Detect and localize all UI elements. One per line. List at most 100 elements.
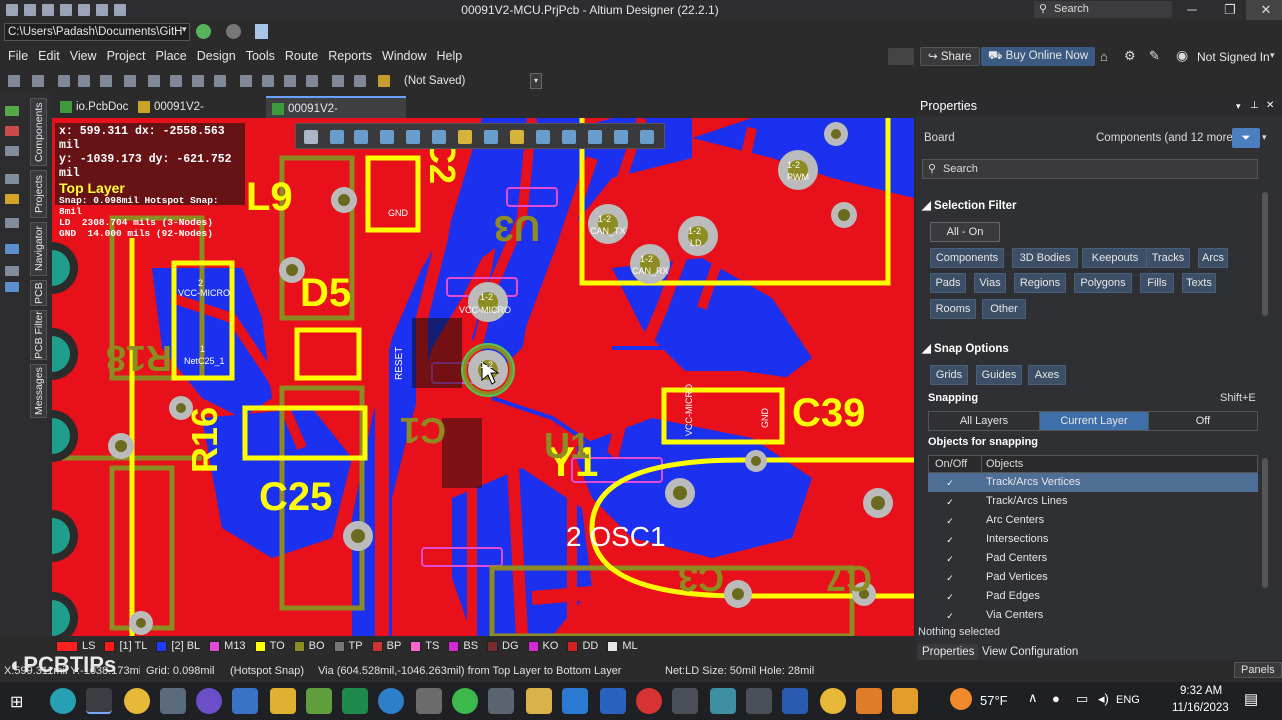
tab-properties[interactable]: Properties [918,644,979,660]
snap-object-row[interactable]: ✓ Arc Centers [928,511,1258,530]
new-icon[interactable] [78,4,90,16]
layer-tab-0[interactable]: LS [56,640,95,652]
panel-menu-icon[interactable]: ▾ [1236,96,1241,116]
tab-pcbdoc-active[interactable]: 00091V2-MCU.PcbDoc * [266,96,406,137]
panel-scrollbar[interactable] [1262,192,1268,316]
app-icon-6[interactable] [232,688,258,714]
all-on-button[interactable]: All - On [930,222,1000,242]
excel-icon[interactable] [342,688,368,714]
filter-rooms[interactable]: Rooms [930,299,976,319]
snap-object-row[interactable]: ✓ Pad Centers [928,549,1258,568]
via-icon[interactable] [510,130,524,144]
app-icon-19[interactable] [710,688,736,714]
snap-object-row[interactable]: ✓ Intersections [928,530,1258,549]
track-icon[interactable] [458,130,472,144]
buy-online-button[interactable]: ⛟ Buy Online Now [981,47,1096,66]
snap-guides-button[interactable]: Guides [976,365,1022,385]
pin-icon[interactable]: ⊥ [1250,96,1259,116]
dimension-icon[interactable] [588,130,602,144]
forward-icon[interactable] [226,24,241,39]
app-icon-17[interactable] [636,688,662,714]
panel-tool-icon-2[interactable] [5,126,19,136]
line-icon[interactable] [640,130,654,144]
panel-tool-icon-3[interactable] [5,146,19,156]
minimize-button[interactable]: ─ [1172,0,1212,20]
menu-window[interactable]: Window [382,49,426,63]
select-cross-icon[interactable] [284,75,296,87]
snap-object-row[interactable]: ✓ Track/Arcs Lines [928,492,1258,511]
menu-place[interactable]: Place [155,49,186,63]
snap-options-title[interactable]: ◢ Snap Options [922,341,1009,355]
panel-tool-icon-5[interactable] [5,194,19,204]
tray-expand-icon[interactable]: ∧ [1028,690,1038,706]
menu-help[interactable]: Help [436,49,462,63]
filter-pads[interactable]: Pads [930,273,966,293]
app-icon-13[interactable] [488,688,514,714]
filter-arcs[interactable]: Arcs [1198,248,1228,268]
filter-regions[interactable]: Regions [1014,273,1066,293]
checkbox-checked-icon[interactable]: ✓ [945,592,955,602]
file-explorer-icon[interactable] [270,688,296,714]
app-icon-24[interactable] [892,688,918,714]
notification-center-icon[interactable]: ▤ [1244,690,1258,708]
tab-navigator[interactable]: Navigator [30,222,47,276]
checkbox-checked-icon[interactable]: ✓ [945,535,955,545]
filter-dropdown-icon[interactable]: ▾ [1262,132,1267,143]
volume-icon[interactable]: ◂) [1098,691,1109,707]
checkbox-checked-icon[interactable]: ✓ [945,573,955,583]
menu-route[interactable]: Route [285,49,318,63]
path-dropdown-icon[interactable]: ▾ [182,24,190,40]
menu-project[interactable]: Project [107,49,146,63]
checkbox-checked-icon[interactable]: ✓ [945,516,955,526]
polygon-icon[interactable] [562,130,576,144]
app-icon-18[interactable] [672,688,698,714]
snap-all-layers[interactable]: All Layers [928,411,1040,431]
save-all-icon[interactable] [24,4,36,16]
checkbox-checked-icon[interactable]: ✓ [945,478,955,488]
snap-current-layer[interactable]: Current Layer [1039,411,1149,431]
layer-tab-10[interactable]: DG [487,640,519,652]
filter-tracks[interactable]: Tracks [1146,248,1190,268]
global-search-input[interactable]: ⚲ Search [1034,1,1172,18]
restore-button[interactable]: ❐ [1210,0,1250,20]
filter-components[interactable]: Components [930,248,1004,268]
project-path-field[interactable]: C:\Users\Padash\Documents\GitH [4,23,190,41]
panel-close-icon[interactable]: ✕ [1266,96,1274,116]
tab-io-pcbdoc[interactable]: io.PcbDoc [54,96,134,118]
filter-polygons[interactable]: Polygons [1074,273,1132,293]
undo-icon[interactable] [96,4,108,16]
home-icon[interactable]: ⌂ [1100,49,1108,64]
menu-edit[interactable]: Edit [38,49,60,63]
filter-icon[interactable]: ⏷ [1232,128,1260,148]
undo-action-icon[interactable] [332,75,344,87]
app-icon-12[interactable] [452,688,478,714]
move-icon[interactable] [262,75,274,87]
redo-icon[interactable] [114,4,126,16]
layer-tab-11[interactable]: KO [527,640,558,652]
cut-icon[interactable] [148,75,160,87]
altium-app-icon[interactable] [86,688,112,714]
checkbox-checked-icon[interactable]: ✓ [945,554,955,564]
layer-tab-2[interactable]: [2] BL [156,640,200,652]
tab-view-configuration[interactable]: View Configuration [978,644,1082,660]
text-icon[interactable] [614,130,628,144]
select-rect-icon[interactable] [380,130,394,144]
variant-select[interactable]: (Not Saved) [398,73,542,89]
redo-action-icon[interactable] [354,75,366,87]
share-button[interactable]: ↪ Share [920,47,980,66]
app-icon-11[interactable] [416,688,442,714]
panels-button[interactable]: Panels [1234,662,1282,678]
panel-tool-icon-1[interactable] [5,106,19,116]
network-icon[interactable]: ▭ [1076,691,1088,707]
clear-filter-icon[interactable] [306,75,318,87]
zoom-area-icon[interactable] [78,75,90,87]
panel-tool-icon-7[interactable] [5,244,19,254]
tab-messages[interactable]: Messages [30,364,47,418]
tab-schdoc[interactable]: 00091V2-MCU.SchDoc [132,96,264,135]
route-icon[interactable] [330,130,344,144]
component-icon[interactable] [432,130,446,144]
copy-icon[interactable] [170,75,182,87]
app-icon-5[interactable] [196,688,222,714]
settings-app-icon[interactable] [746,688,772,714]
fill-icon[interactable] [536,130,550,144]
